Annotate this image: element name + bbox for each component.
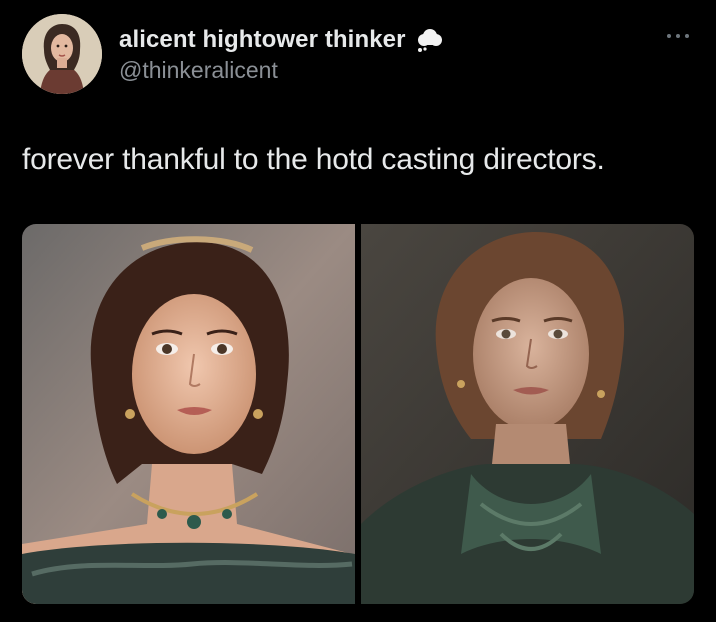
avatar-image	[22, 14, 102, 94]
author-avatar[interactable]	[22, 14, 102, 94]
author-handle[interactable]: @thinkeralicent	[119, 57, 278, 84]
tweet-media[interactable]	[22, 224, 694, 604]
cloud-icon	[414, 25, 444, 55]
more-options-icon[interactable]	[664, 28, 692, 44]
tweet-text: forever thankful to the hotd casting dir…	[22, 143, 605, 176]
tweet: alicent hightower thinker @thinkeralicen…	[0, 0, 716, 622]
portrait-left-image[interactable]	[22, 224, 355, 604]
author-name-row: alicent hightower thinker	[119, 25, 444, 55]
author-display-name[interactable]: alicent hightower thinker	[119, 26, 406, 54]
portrait-right-image[interactable]	[361, 224, 694, 604]
